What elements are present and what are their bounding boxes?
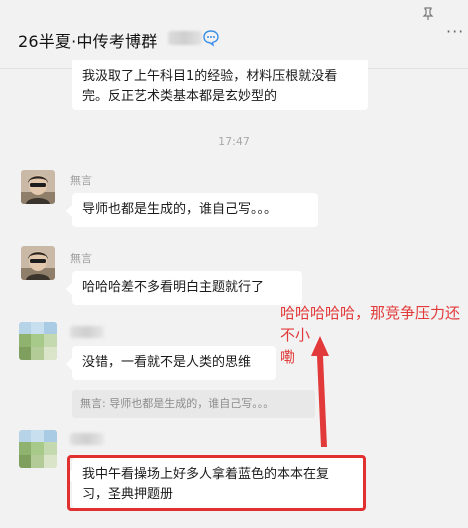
blurred-avatar bbox=[19, 322, 57, 360]
avatar[interactable] bbox=[19, 322, 57, 360]
message-text-line: 完。反正艺术类基本都是玄妙型的 bbox=[82, 89, 278, 104]
chat-bubble-badge-icon[interactable] bbox=[202, 29, 220, 47]
message-bubble[interactable]: 没错，一看就不是人类的思维 bbox=[66, 346, 276, 380]
chat-titlebar: 26半夏·中传考博群 ··· bbox=[0, 0, 468, 69]
quoted-message[interactable]: 無言: 导师也都是生成的，谁自己写。。。 bbox=[72, 390, 315, 418]
blurred-member-count bbox=[168, 31, 202, 45]
message-text: 哈哈哈差不多看明白主题就行了 bbox=[82, 280, 265, 295]
more-icon[interactable]: ··· bbox=[446, 22, 464, 41]
blurred-sender-name bbox=[70, 433, 104, 445]
blurred-avatar bbox=[19, 430, 57, 468]
avatar[interactable] bbox=[21, 170, 55, 204]
message-text: 导师也都是生成的，谁自己写。。。 bbox=[82, 202, 278, 217]
sender-name: 無言 bbox=[70, 252, 92, 265]
annotation-text: 哈哈哈哈哈，那竞争压力还不小 嘞 bbox=[280, 302, 460, 368]
message-bubble[interactable]: 哈哈哈差不多看明白主题就行了 bbox=[66, 271, 302, 305]
message-bubble[interactable]: 导师也都是生成的，谁自己写。。。 bbox=[66, 193, 318, 227]
sender-name: 無言 bbox=[70, 174, 92, 187]
highlight-box bbox=[67, 455, 366, 511]
blurred-sender-name bbox=[70, 326, 104, 338]
avatar-photo bbox=[21, 170, 55, 204]
pin-icon[interactable] bbox=[420, 6, 436, 22]
chat-title[interactable]: 26半夏·中传考博群 bbox=[18, 28, 157, 52]
message-bubble[interactable]: 我汲取了上午科目1的经验，材料压根就没看 完。反正艺术类基本都是玄妙型的 bbox=[72, 60, 368, 110]
message-text: 没错，一看就不是人类的思维 bbox=[82, 355, 252, 370]
annotation-line: 嘞 bbox=[280, 348, 296, 366]
avatar[interactable] bbox=[21, 246, 55, 280]
avatar-photo bbox=[21, 246, 55, 280]
message-text-line: 我汲取了上午科目1的经验，材料压根就没看 bbox=[82, 69, 338, 84]
timestamp: 17:47 bbox=[218, 135, 250, 148]
avatar[interactable] bbox=[19, 430, 57, 468]
annotation-line: 哈哈哈哈哈，那竞争压力还不小 bbox=[280, 304, 461, 344]
